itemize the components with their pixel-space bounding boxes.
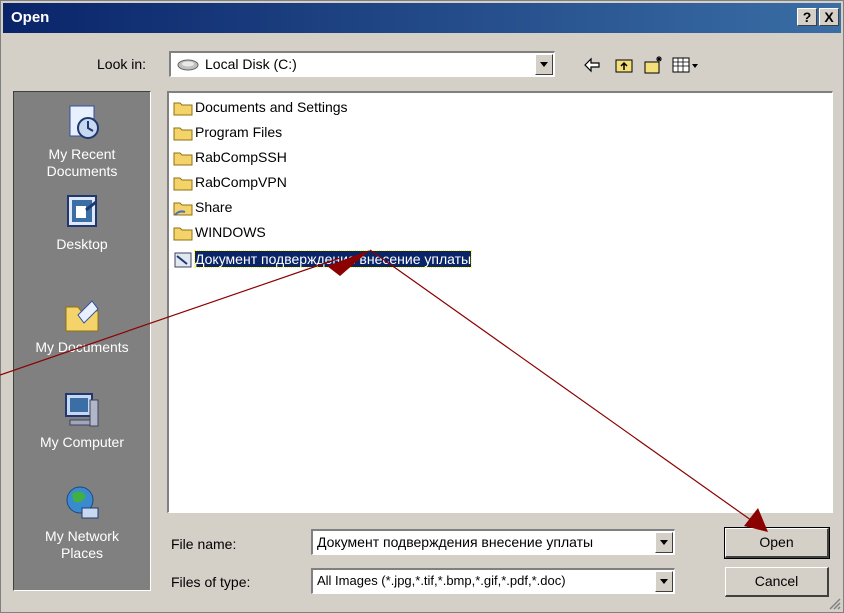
- place-my-computer[interactable]: My Computer: [14, 390, 150, 450]
- file-type-dropdown-arrow[interactable]: [655, 571, 673, 592]
- folder-icon: [173, 177, 193, 191]
- list-item-selected[interactable]: Документ подверждения внесение уплаты: [173, 249, 473, 269]
- look-in-dropdown[interactable]: Local Disk (C:): [169, 51, 555, 77]
- window-title: Open: [11, 9, 50, 26]
- place-label: My Network Places: [45, 528, 119, 561]
- folder-icon: [173, 102, 193, 116]
- document-icon: [174, 252, 192, 268]
- look-in-dropdown-arrow[interactable]: [535, 54, 553, 75]
- look-in-value: Local Disk (C:): [205, 56, 297, 72]
- resize-grip-icon[interactable]: [827, 596, 841, 610]
- place-label: My Computer: [39, 434, 125, 450]
- title-bar[interactable]: Open ? X: [3, 3, 841, 33]
- shared-folder-icon: [173, 202, 193, 216]
- cancel-button[interactable]: Cancel: [725, 567, 829, 597]
- open-dialog: Open ? X Look in: Local Disk (C:) My Rec…: [0, 0, 844, 613]
- local-disk-icon: [177, 59, 199, 71]
- file-list[interactable]: Documents and Settings Program Files Rab…: [167, 91, 833, 513]
- new-folder-icon[interactable]: [643, 54, 665, 76]
- file-name-input[interactable]: Документ подверждения внесение уплаты: [311, 529, 675, 555]
- up-folder-icon[interactable]: [613, 54, 635, 76]
- place-my-documents[interactable]: My Documents: [14, 295, 150, 355]
- close-button[interactable]: X: [819, 8, 839, 26]
- file-name-value: Документ подверждения внесение уплаты: [317, 534, 594, 550]
- list-item[interactable]: RabCompSSH: [173, 147, 287, 167]
- desktop-icon: [67, 195, 97, 227]
- place-label: My Recent Documents: [46, 146, 118, 179]
- recent-documents-icon: [69, 105, 99, 139]
- list-item[interactable]: WINDOWS: [173, 222, 266, 242]
- list-item[interactable]: Program Files: [173, 122, 282, 142]
- place-my-recent-documents[interactable]: My Recent Documents: [14, 102, 150, 180]
- file-name-label: File name:: [171, 536, 237, 552]
- look-in-label: Look in:: [97, 56, 147, 72]
- place-label: My Documents: [35, 339, 129, 355]
- place-my-network-places[interactable]: My Network Places: [14, 484, 150, 562]
- place-desktop[interactable]: Desktop: [14, 192, 150, 252]
- folder-icon: [173, 127, 193, 141]
- my-documents-icon: [65, 300, 99, 332]
- file-type-label: Files of type:: [171, 574, 251, 590]
- view-menu-icon[interactable]: [671, 54, 701, 76]
- file-name-dropdown-arrow[interactable]: [655, 532, 673, 553]
- back-icon[interactable]: [581, 54, 603, 76]
- folder-icon: [173, 152, 193, 166]
- network-places-icon: [66, 486, 99, 519]
- place-label: Desktop: [56, 236, 108, 252]
- open-button[interactable]: Open: [724, 527, 830, 559]
- list-item[interactable]: RabCompVPN: [173, 172, 287, 192]
- file-type-value: All Images (*.jpg,*.tif,*.bmp,*.gif,*.pd…: [317, 573, 566, 588]
- places-bar: My Recent Documents Desktop My Documents: [13, 91, 151, 591]
- file-type-dropdown[interactable]: All Images (*.jpg,*.tif,*.bmp,*.gif,*.pd…: [311, 568, 675, 594]
- folder-icon: [173, 227, 193, 241]
- list-item[interactable]: Share: [173, 197, 232, 217]
- list-item[interactable]: Documents and Settings: [173, 97, 348, 117]
- help-button[interactable]: ?: [797, 8, 817, 26]
- my-computer-icon: [65, 393, 99, 427]
